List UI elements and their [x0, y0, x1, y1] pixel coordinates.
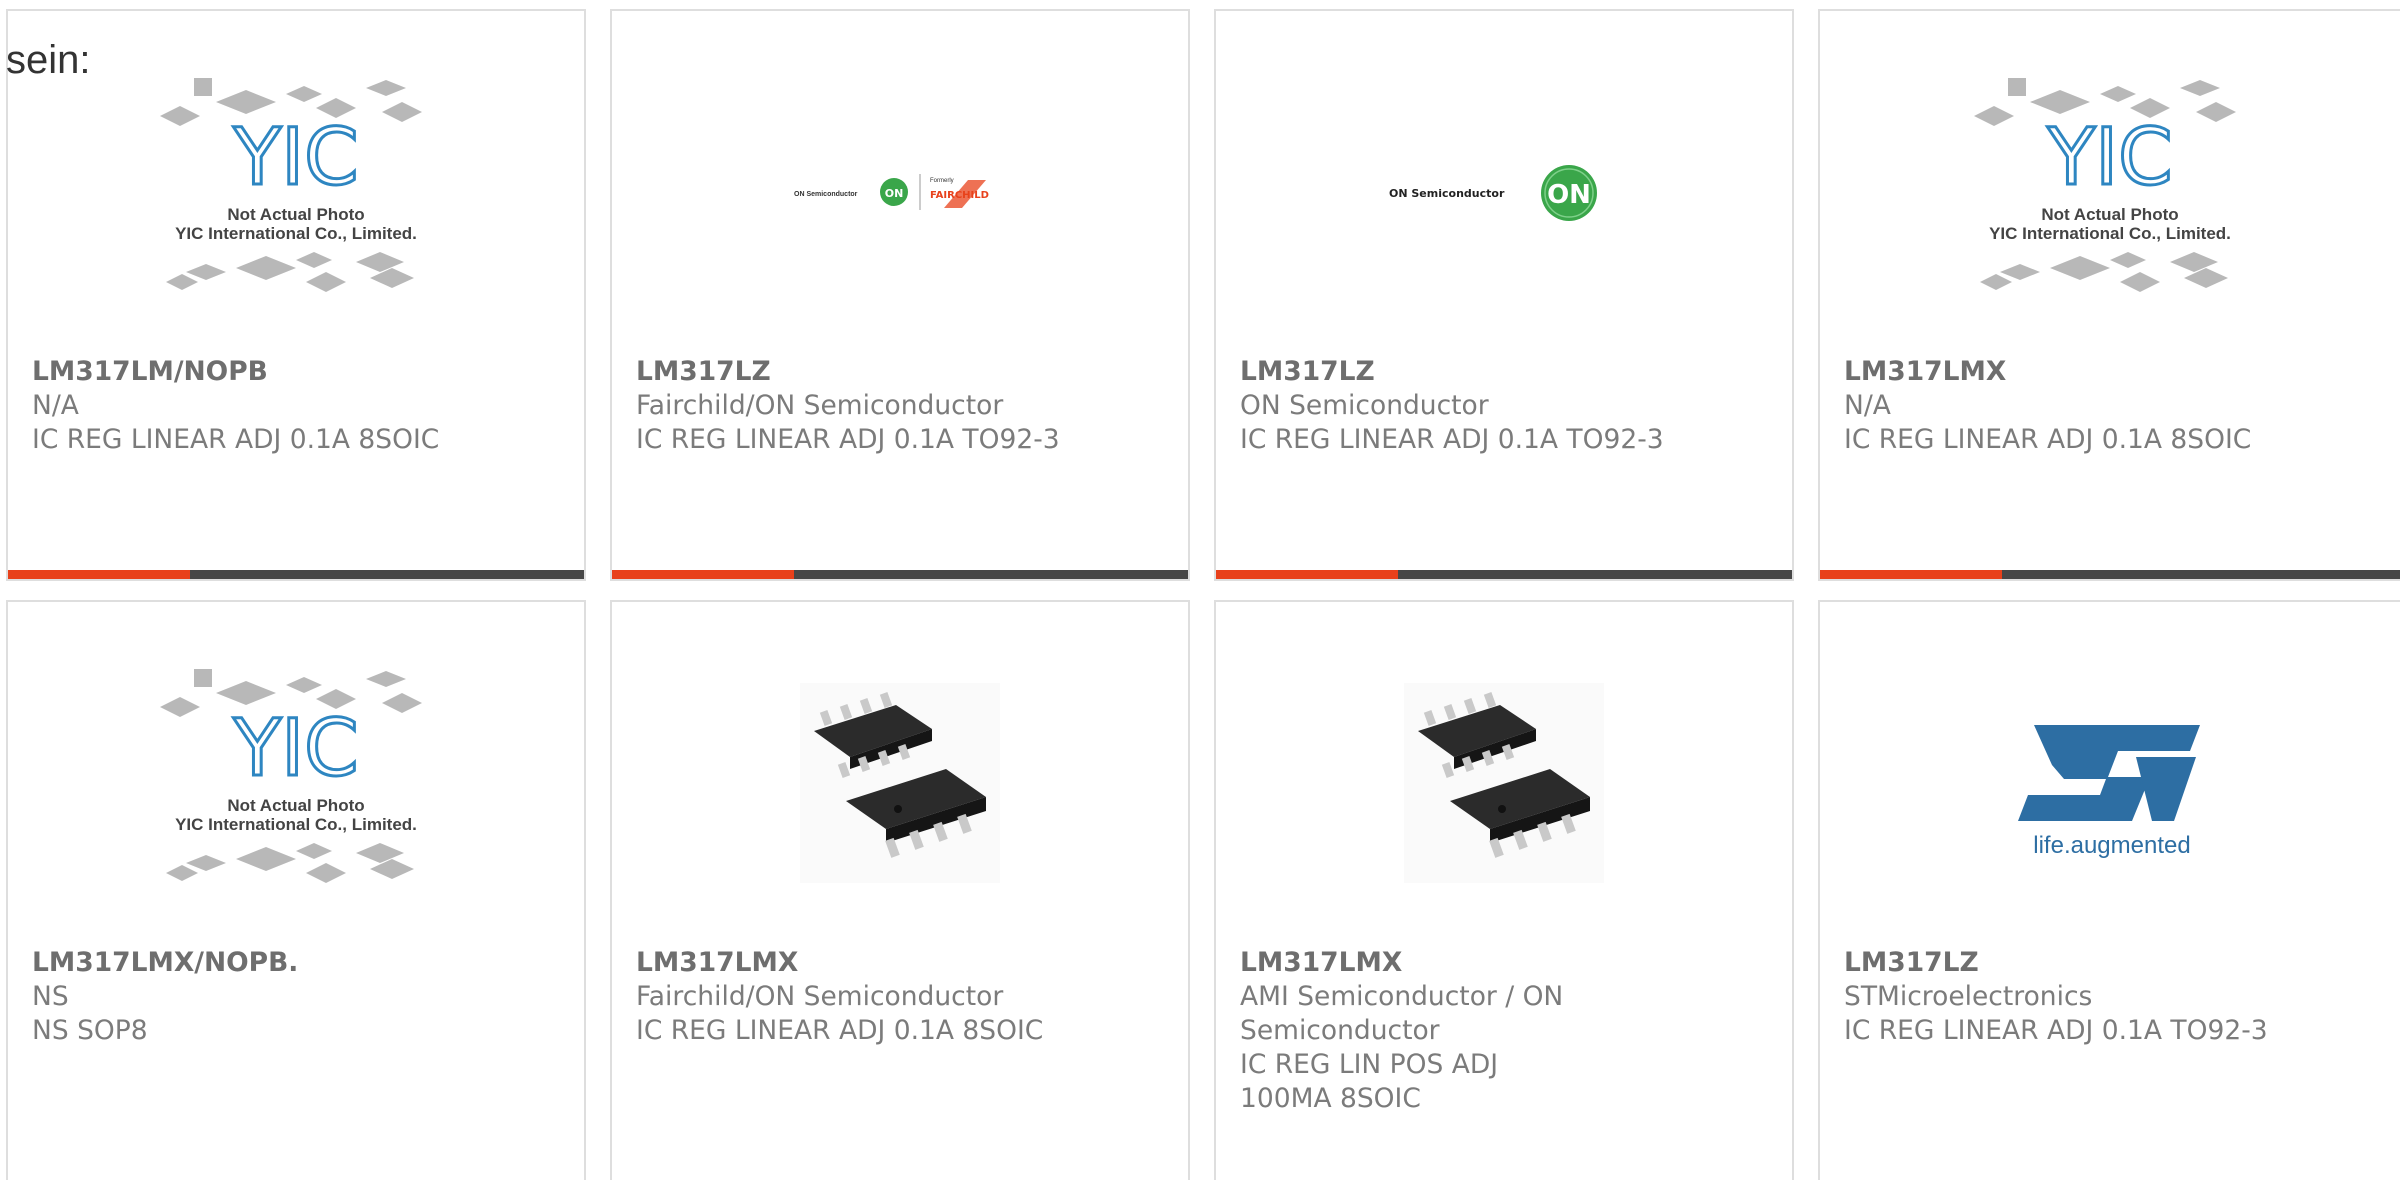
card-bar-accent: [1820, 570, 2002, 579]
part-number[interactable]: LM317LMX: [1844, 355, 2376, 389]
yic-placeholder-image: YIC Not Actual Photo YIC International C…: [160, 78, 422, 292]
svg-text:YIC: YIC: [232, 704, 358, 794]
product-info: LM317LM/NOPB N/A IC REG LINEAR ADJ 0.1A …: [32, 355, 560, 457]
manufacturer: STMicroelectronics: [1844, 981, 2093, 1012]
manufacturer: NS: [32, 981, 69, 1012]
card-bottom-bar: [8, 570, 584, 579]
description: IC REG LINEAR ADJ 0.1A TO92-3: [636, 424, 1060, 455]
yic-placeholder-image: YIC Not Actual Photo YIC International C…: [1974, 78, 2236, 292]
manufacturer: AMI Semiconductor / ON Semiconductor: [1240, 981, 1564, 1046]
card-bar-accent: [8, 570, 190, 579]
svg-text:YIC: YIC: [232, 113, 358, 203]
intro-text: sein:: [6, 38, 91, 82]
product-info: LM317LMX N/A IC REG LINEAR ADJ 0.1A 8SOI…: [1844, 355, 2376, 457]
product-info: LM317LZ Fairchild/ON Semiconductor IC RE…: [636, 355, 1164, 457]
card-bar-accent: [1216, 570, 1398, 579]
manufacturer: Fairchild/ON Semiconductor: [636, 390, 1004, 421]
product-card[interactable]: ON Semiconductor ON Formerly FAIRCHILD L…: [610, 9, 1190, 581]
product-card[interactable]: YIC Not Actual Photo YIC International C…: [6, 600, 586, 1180]
svg-text:Not Actual Photo: Not Actual Photo: [227, 205, 364, 224]
part-number[interactable]: LM317LZ: [1240, 355, 1768, 389]
product-image[interactable]: YIC Not Actual Photo YIC International C…: [8, 622, 584, 944]
part-number[interactable]: LM317LMX: [636, 946, 1164, 980]
product-image[interactable]: YIC Not Actual Photo YIC International C…: [8, 31, 584, 353]
card-bottom-bar: [612, 570, 1188, 579]
product-card[interactable]: ON Semiconductor ON LM317LZ ON Semicondu…: [1214, 9, 1794, 581]
soic8-chip-photo: [1404, 683, 1604, 883]
svg-text:Not Actual Photo: Not Actual Photo: [2041, 205, 2178, 224]
svg-text:YIC International Co., Limited: YIC International Co., Limited.: [175, 815, 417, 834]
manufacturer: N/A: [1844, 390, 1891, 421]
svg-text:YIC International Co., Limited: YIC International Co., Limited.: [1989, 224, 2231, 243]
product-info: LM317LZ STMicroelectronics IC REG LINEAR…: [1844, 946, 2376, 1048]
part-number[interactable]: LM317LZ: [1844, 946, 2376, 980]
product-info: LM317LMX AMI Semiconductor / ON Semicond…: [1240, 946, 1592, 1116]
description: IC REG LIN POS ADJ 100MA 8SOIC: [1240, 1049, 1499, 1114]
svg-text:ON: ON: [885, 187, 904, 200]
product-image[interactable]: YIC Not Actual Photo YIC International C…: [1820, 31, 2400, 353]
part-number[interactable]: LM317LM/NOPB: [32, 355, 560, 389]
part-number[interactable]: LM317LZ: [636, 355, 1164, 389]
svg-text:YIC International Co., Limited: YIC International Co., Limited.: [175, 224, 417, 243]
product-info: LM317LMX Fairchild/ON Semiconductor IC R…: [636, 946, 1164, 1048]
description: IC REG LINEAR ADJ 0.1A TO92-3: [1844, 1015, 2268, 1046]
manufacturer: Fairchild/ON Semiconductor: [636, 981, 1004, 1012]
svg-text:Not Actual Photo: Not Actual Photo: [227, 796, 364, 815]
part-number[interactable]: LM317LMX/NOPB.: [32, 946, 560, 980]
product-info: LM317LMX/NOPB. NS NS SOP8: [32, 946, 560, 1048]
manufacturer: N/A: [32, 390, 79, 421]
product-image[interactable]: ON Semiconductor ON Formerly FAIRCHILD: [612, 31, 1188, 353]
card-bottom-bar: [1820, 570, 2400, 579]
card-bar-accent: [612, 570, 794, 579]
st-logo: life.augmented: [2018, 725, 2200, 859]
svg-text:life.augmented: life.augmented: [2033, 832, 2190, 859]
product-card[interactable]: LM317LMX Fairchild/ON Semiconductor IC R…: [610, 600, 1190, 1180]
card-bottom-bar: [1216, 570, 1792, 579]
description: IC REG LINEAR ADJ 0.1A TO92-3: [1240, 424, 1664, 455]
description: IC REG LINEAR ADJ 0.1A 8SOIC: [1844, 424, 2252, 455]
product-info: LM317LZ ON Semiconductor IC REG LINEAR A…: [1240, 355, 1768, 457]
soic8-chip-photo: [800, 683, 1000, 883]
product-image[interactable]: [612, 622, 1188, 944]
svg-text:ON: ON: [1547, 180, 1591, 210]
description: IC REG LINEAR ADJ 0.1A 8SOIC: [636, 1015, 1044, 1046]
product-image[interactable]: [1216, 622, 1792, 944]
fairchild-on-logo: ON Semiconductor ON Formerly FAIRCHILD: [794, 174, 989, 210]
description: IC REG LINEAR ADJ 0.1A 8SOIC: [32, 424, 440, 455]
svg-text:Formerly: Formerly: [930, 178, 954, 184]
svg-text:YIC: YIC: [2046, 113, 2172, 203]
product-image[interactable]: life.augmented: [1820, 622, 2400, 944]
svg-text:ON Semiconductor: ON Semiconductor: [794, 191, 858, 198]
product-image[interactable]: ON Semiconductor ON: [1216, 31, 1792, 353]
product-card[interactable]: YIC Not Actual Photo YIC International C…: [1818, 9, 2400, 581]
description: NS SOP8: [32, 1015, 148, 1046]
svg-text:ON Semiconductor: ON Semiconductor: [1389, 187, 1505, 200]
part-number[interactable]: LM317LMX: [1240, 946, 1592, 980]
yic-placeholder-image: YIC Not Actual Photo YIC International C…: [160, 669, 422, 883]
product-card[interactable]: YIC Not Actual Photo YIC International C…: [6, 9, 586, 581]
on-semi-logo: ON Semiconductor ON: [1389, 165, 1597, 221]
manufacturer: ON Semiconductor: [1240, 390, 1489, 421]
product-card[interactable]: LM317LMX AMI Semiconductor / ON Semicond…: [1214, 600, 1794, 1180]
product-card[interactable]: life.augmented LM317LZ STMicroelectronic…: [1818, 600, 2400, 1180]
